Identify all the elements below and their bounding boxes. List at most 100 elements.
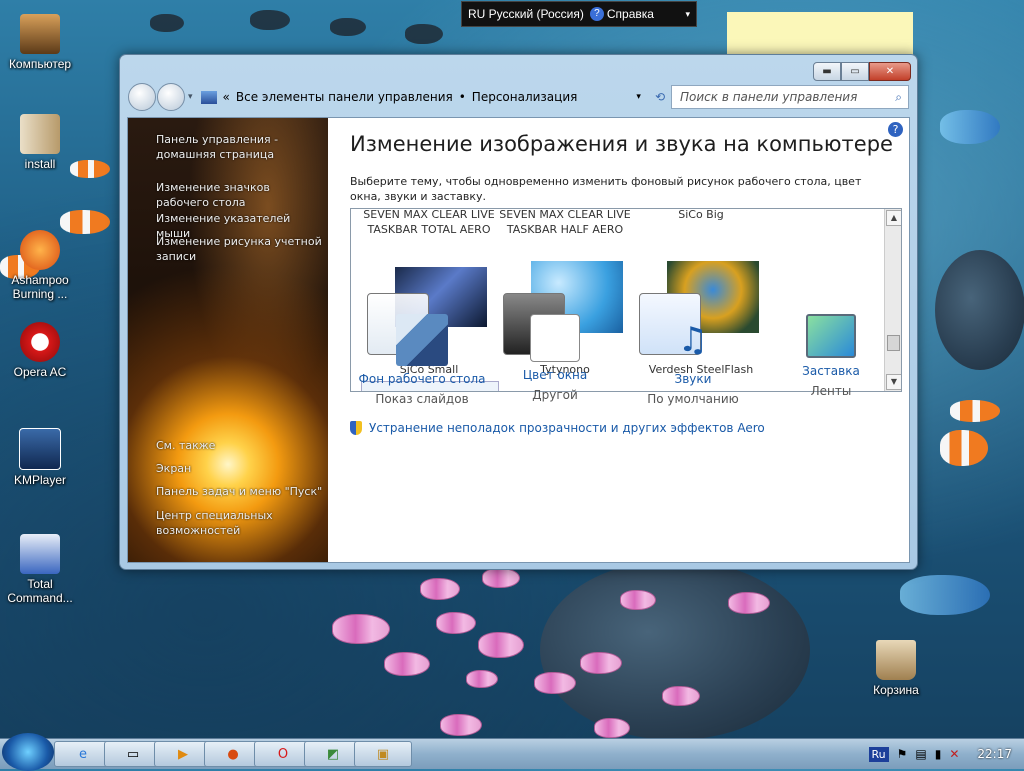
ie-icon: e <box>79 747 87 762</box>
desktop-background-option[interactable]: Фон рабочего стола Показ слайдов <box>352 314 492 406</box>
ashampoo-icon: ● <box>227 747 238 762</box>
decor-fish <box>620 590 656 610</box>
search-icon[interactable]: ⌕ <box>895 90 902 105</box>
system-tray: Ru ⚑ ▤ ▮ ✕ 22:17 <box>869 739 1024 769</box>
sidebar-item-desktop-icons[interactable]: Изменение значков рабочего стола <box>156 180 326 210</box>
refresh-icon[interactable]: ⟲ <box>655 90 665 104</box>
desktop-icon-label: Компьютер <box>0 57 80 71</box>
chevron-down-icon[interactable]: ▾ <box>685 9 690 20</box>
breadcrumb-all-items[interactable]: Все элементы панели управления <box>236 90 453 104</box>
sounds-option[interactable]: ♫ Звуки По умолчанию <box>623 314 763 406</box>
decor-fish <box>330 18 366 36</box>
window-controls: ▬ ▭ ✕ <box>813 62 911 81</box>
desktop-icon-total-commander[interactable]: Total Command... <box>0 534 80 605</box>
screensaver-option[interactable]: Заставка Ленты <box>761 314 901 398</box>
decor-fish <box>405 24 443 44</box>
scroll-up-icon[interactable]: ▲ <box>886 210 902 226</box>
decor-fish <box>440 714 482 736</box>
chevron-left-icon: « <box>223 90 230 104</box>
theme-name[interactable]: SiCo Big <box>631 208 771 222</box>
desktop-icon-recycle-bin[interactable]: Корзина <box>856 640 936 697</box>
control-panel-icon <box>201 91 217 104</box>
help-icon: ? <box>590 7 604 21</box>
chevron-down-icon[interactable]: ▾ <box>636 92 641 102</box>
sidebar-item-account-picture[interactable]: Изменение рисунка учетной записи <box>156 234 326 264</box>
volume-muted-icon[interactable]: ✕ <box>949 747 959 761</box>
decor-fish <box>384 652 430 676</box>
sidebar-item-display[interactable]: Экран <box>156 461 326 476</box>
theme-name[interactable]: SEVEN MAX CLEAR LIVE TASKBAR HALF AERO <box>495 208 635 237</box>
left-navigation-pane: Панель управления - домашняя страница Из… <box>128 118 328 562</box>
network-icon[interactable]: ▤ <box>915 747 926 761</box>
decor-fish <box>150 14 184 32</box>
sidebar-section-see-also: См. также <box>156 438 326 453</box>
decor-fish <box>940 110 1000 144</box>
back-button[interactable] <box>128 83 156 111</box>
option-title[interactable]: Звуки <box>623 372 763 386</box>
aero-troubleshoot-label[interactable]: Устранение неполадок прозрачности и друг… <box>369 421 765 435</box>
forward-button[interactable] <box>157 83 185 111</box>
floppy-icon <box>20 534 60 574</box>
desktop-background-icon <box>396 314 448 366</box>
chevron-down-icon[interactable]: ▾ <box>188 92 193 102</box>
sidebar-item-taskbar[interactable]: Панель задач и меню "Пуск" <box>156 484 326 499</box>
kmplayer-icon <box>19 428 61 470</box>
decor-fish <box>728 592 770 614</box>
decor-fish <box>662 686 700 706</box>
sidebar-item-ease-of-access[interactable]: Центр специальных возможностей <box>156 508 326 538</box>
minimize-button[interactable]: ▬ <box>813 62 841 81</box>
desktop-icon-label: Total Command... <box>0 577 80 605</box>
folder-icon: ▭ <box>127 747 139 762</box>
desktop-icon-kmplayer[interactable]: KMPlayer <box>0 428 80 487</box>
taskbar: e ▭ ▶ ● O ◩ ▣ Ru ⚑ ▤ ▮ ✕ 22:17 <box>0 738 1024 769</box>
flag-icon[interactable]: ⚑ <box>897 747 908 761</box>
music-notes-icon: ♫ <box>667 314 719 366</box>
search-input[interactable]: Поиск в панели управления ⌕ <box>671 85 909 109</box>
option-title[interactable]: Фон рабочего стола <box>352 372 492 386</box>
desktop-icon-label: Корзина <box>856 683 936 697</box>
option-value: Другой <box>485 388 625 402</box>
decor-fish <box>478 632 524 658</box>
option-title[interactable]: Заставка <box>761 364 901 378</box>
play-icon: ▶ <box>178 747 188 762</box>
desktop-icon-install[interactable]: install <box>0 114 80 171</box>
option-value: Показ слайдов <box>352 392 492 406</box>
opera-icon: O <box>278 747 288 762</box>
help-button[interactable]: Справка <box>607 7 654 21</box>
decor-fish <box>580 652 622 674</box>
maximize-button[interactable]: ▭ <box>841 62 869 81</box>
breadcrumb-personalization[interactable]: Персонализация <box>472 90 578 104</box>
decor-fish <box>420 578 460 600</box>
desktop-icon-label: Ashampoo Burning ... <box>0 273 80 301</box>
desktop-icon-computer[interactable]: Компьютер <box>0 14 80 71</box>
power-icon[interactable]: ▮ <box>935 747 942 761</box>
aero-troubleshoot-link[interactable]: Устранение неполадок прозрачности и друг… <box>350 421 765 435</box>
sidebar-item-home[interactable]: Панель управления - домашняя страница <box>156 132 326 162</box>
main-pane: ? Изменение изображения и звука на компь… <box>328 118 909 562</box>
decor-fish <box>466 670 498 688</box>
sticky-note-gadget[interactable] <box>727 12 913 56</box>
window-color-option[interactable]: Цвет окна Другой <box>485 314 625 402</box>
decor-dark-fish <box>935 250 1024 370</box>
decor-fish <box>250 10 290 30</box>
desktop-icon-ashampoo[interactable]: Ashampoo Burning ... <box>0 230 80 301</box>
close-button[interactable]: ✕ <box>869 62 911 81</box>
language-bar[interactable]: RU Русский (Россия) ? Справка ▾ <box>461 1 697 27</box>
taskbar-item-personalization[interactable]: ▣ <box>354 741 412 767</box>
language-indicator[interactable]: RU Русский (Россия) <box>468 7 584 21</box>
decor-fish <box>594 718 630 738</box>
start-button[interactable] <box>2 733 54 771</box>
decor-fish <box>436 612 476 634</box>
decor-fish <box>482 568 520 588</box>
folder-icon <box>20 114 60 154</box>
clock[interactable]: 22:17 <box>977 747 1012 761</box>
page-title: Изменение изображения и звука на компьют… <box>350 132 893 156</box>
personalization-icon: ▣ <box>377 747 389 762</box>
theme-name[interactable]: SEVEN MAX CLEAR LIVE TASKBAR TOTAL AERO <box>359 208 499 237</box>
option-title[interactable]: Цвет окна <box>485 368 625 382</box>
desktop-icon-opera[interactable]: Opera AC <box>0 322 80 379</box>
page-description: Выберите тему, чтобы одновременно измени… <box>350 174 870 204</box>
breadcrumb-separator-icon: • <box>459 90 466 104</box>
opera-icon <box>20 322 60 362</box>
language-indicator[interactable]: Ru <box>869 747 889 762</box>
